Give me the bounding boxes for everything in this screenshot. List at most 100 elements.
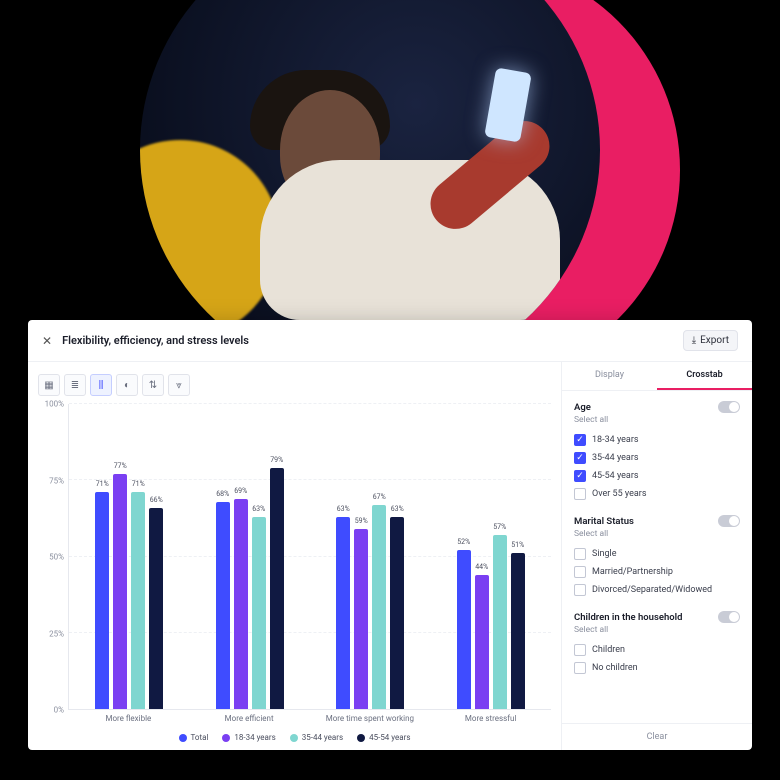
checkbox-icon[interactable] — [574, 644, 586, 656]
filter-panel: DisplayCrosstab Age Select all ✓18-34 year… — [562, 362, 752, 750]
select-all-label: Select all — [574, 415, 740, 425]
bar-value-label: 59% — [355, 517, 368, 525]
bar[interactable]: 59% — [354, 529, 368, 709]
legend-swatch — [222, 734, 230, 742]
bar-value-label: 51% — [511, 541, 524, 549]
bar[interactable]: 44% — [475, 575, 489, 709]
bar-value-label: 63% — [391, 505, 404, 513]
bar-group: 71% 77% 71% 66% — [69, 404, 190, 709]
filter-option[interactable]: Over 55 years — [574, 485, 740, 503]
filter-option[interactable]: No children — [574, 659, 740, 677]
filter-option[interactable]: Divorced/Separated/Widowed — [574, 581, 740, 599]
select-all-toggle[interactable] — [718, 611, 740, 623]
filter-option-label: No children — [592, 663, 638, 673]
y-tick: 50% — [49, 553, 64, 562]
view-sort-button[interactable]: ⇅ — [142, 374, 164, 396]
bar[interactable]: 52% — [457, 550, 471, 709]
legend-item[interactable]: 18-34 years — [222, 733, 275, 742]
close-icon[interactable]: ✕ — [42, 334, 52, 348]
view-line-button[interactable]: ⩔ — [168, 374, 190, 396]
bar[interactable]: 71% — [95, 492, 109, 709]
filter-option[interactable]: ✓18-34 years — [574, 431, 740, 449]
filter-option-label: Over 55 years — [592, 489, 646, 499]
y-axis: 0%25%50%75%100% — [38, 404, 68, 710]
bar[interactable]: 69% — [234, 499, 248, 709]
checkbox-icon[interactable] — [574, 488, 586, 500]
checkbox-icon[interactable]: ✓ — [574, 434, 586, 446]
filter-option-label: 35-44 years — [592, 453, 639, 463]
filter-group: AgeSelect all✓18-34 years✓35-44 years✓45… — [574, 401, 740, 503]
bar[interactable]: 66% — [149, 508, 163, 709]
bar[interactable]: 68% — [216, 502, 230, 709]
checkbox-icon[interactable]: ✓ — [574, 470, 586, 482]
checkbox-icon[interactable]: ✓ — [574, 452, 586, 464]
bar[interactable]: 63% — [252, 517, 266, 709]
view-table-button[interactable]: ▦ — [38, 374, 60, 396]
select-all-toggle[interactable] — [718, 515, 740, 527]
legend-label: 18-34 years — [234, 733, 275, 742]
bar[interactable]: 63% — [390, 517, 404, 709]
hero-area — [0, 0, 780, 350]
legend-item[interactable]: 45-54 years — [357, 733, 410, 742]
panel-body: ▦≣⫼◐⇅⩔ 0%25%50%75%100% 71%77%71%66%68%69… — [28, 362, 752, 750]
tab-display[interactable]: Display — [562, 362, 657, 390]
export-label: Export — [700, 335, 729, 346]
filter-option-label: 45-54 years — [592, 471, 639, 481]
chart-plot: 0%25%50%75%100% 71%77%71%66%68%69%63%79%… — [38, 404, 551, 710]
legend-label: Total — [191, 733, 209, 742]
filter-title: Age — [574, 402, 591, 413]
bar[interactable]: 77% — [113, 474, 127, 709]
clear-button[interactable]: Clear — [562, 723, 752, 750]
checkbox-icon[interactable] — [574, 566, 586, 578]
filter-group: Marital Status Select all Single Married/Pa… — [574, 515, 740, 599]
bar-value-label: 71% — [132, 480, 145, 488]
bar-group: 63% 59% 67% 63% — [310, 404, 431, 709]
view-toolbar: ▦≣⫼◐⇅⩔ — [38, 374, 551, 396]
filter-option[interactable]: Children — [574, 641, 740, 659]
view-vbar-button[interactable]: ⫼ — [90, 374, 112, 396]
filter-option[interactable]: Married/Partnership — [574, 563, 740, 581]
tab-crosstab[interactable]: Crosstab — [657, 362, 752, 390]
select-all-toggle[interactable] — [718, 401, 740, 413]
filter-option-label: Divorced/Separated/Widowed — [592, 585, 712, 595]
filter-option[interactable]: Single — [574, 545, 740, 563]
y-tick: 25% — [49, 629, 64, 638]
export-button[interactable]: ⤓ Export — [683, 330, 738, 351]
bar[interactable]: 51% — [511, 553, 525, 709]
legend-item[interactable]: 35-44 years — [290, 733, 343, 742]
bar[interactable]: 57% — [493, 535, 507, 709]
report-panel: ✕ Flexibility, efficiency, and stress le… — [28, 320, 752, 750]
filter-title: Marital Status — [574, 516, 634, 527]
bar[interactable]: 71% — [131, 492, 145, 709]
bar[interactable]: 67% — [372, 505, 386, 709]
bar-value-label: 79% — [270, 456, 283, 464]
panel-header: ✕ Flexibility, efficiency, and stress le… — [28, 320, 752, 362]
checkbox-icon[interactable] — [574, 662, 586, 674]
legend-label: 35-44 years — [302, 733, 343, 742]
bar-value-label: 67% — [373, 493, 386, 501]
x-label: More efficient — [189, 714, 310, 723]
bar[interactable]: 63% — [336, 517, 350, 709]
chart-area: ▦≣⫼◐⇅⩔ 0%25%50%75%100% 71%77%71%66%68%69… — [28, 362, 562, 750]
filter-title: Children in the household — [574, 612, 682, 623]
bar[interactable]: 79% — [270, 468, 284, 709]
filter-option[interactable]: ✓ 35-44 years — [574, 449, 740, 467]
legend-label: 45-54 years — [369, 733, 410, 742]
checkbox-icon[interactable] — [574, 584, 586, 596]
bar-group: 52% 44% 57% 51% — [431, 404, 552, 709]
checkbox-icon[interactable] — [574, 548, 586, 560]
bar-value-label: 63% — [252, 505, 265, 513]
bar-group: 68% 69% 63% 79% — [190, 404, 311, 709]
filter-option-label: Married/Partnership — [592, 567, 673, 577]
legend-swatch — [357, 734, 365, 742]
view-pie-button[interactable]: ◐ — [116, 374, 138, 396]
x-axis-labels: More flexibleMore efficientMore time spe… — [38, 714, 551, 723]
view-hbar-button[interactable]: ≣ — [64, 374, 86, 396]
filter-option[interactable]: ✓ 45-54 years — [574, 467, 740, 485]
legend-swatch — [290, 734, 298, 742]
legend-item[interactable]: Total — [179, 733, 209, 742]
bar-value-label: 57% — [493, 523, 506, 531]
bar-value-label: 71% — [96, 480, 109, 488]
plot-area: 71% 77% 71% 66% 68% 69% 63% 79% 63% 59% 67% 63% 52% 4… — [68, 404, 551, 710]
select-all-label: Select all — [574, 529, 740, 539]
